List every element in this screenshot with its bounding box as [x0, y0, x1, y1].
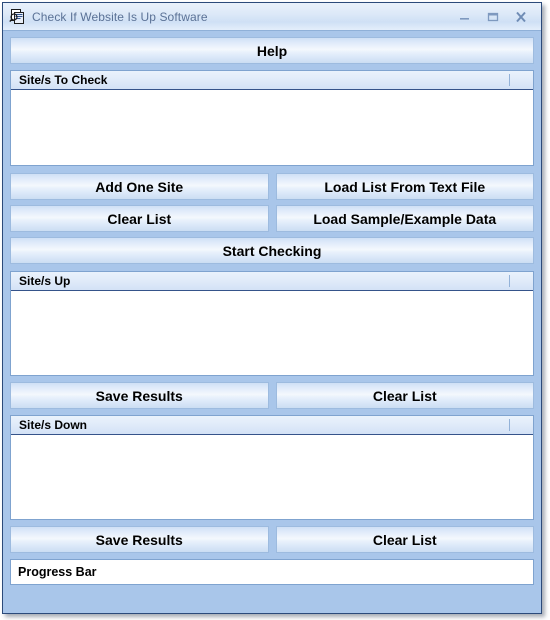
sites-to-check-header-label: Site/s To Check: [19, 73, 108, 87]
sites-down-actions-row: Save Results Clear List: [10, 526, 534, 553]
clear-list-button-to-check[interactable]: Clear List: [10, 205, 269, 232]
check-actions-row-2: Clear List Load Sample/Example Data: [10, 205, 534, 232]
sites-down-header-label: Site/s Down: [19, 418, 88, 432]
column-divider[interactable]: [509, 275, 510, 287]
load-list-from-text-file-button[interactable]: Load List From Text File: [275, 173, 534, 200]
check-actions-row-1: Add One Site Load List From Text File: [10, 173, 534, 200]
sites-up-header-label: Site/s Up: [19, 274, 71, 288]
clear-list-button-down[interactable]: Clear List: [275, 526, 534, 553]
sites-down-listbox[interactable]: Site/s Down: [10, 415, 534, 520]
add-one-site-button[interactable]: Add One Site: [10, 173, 269, 200]
sites-down-body[interactable]: [11, 435, 533, 519]
maximize-icon[interactable]: [485, 9, 500, 24]
clear-list-button-up[interactable]: Clear List: [275, 382, 534, 409]
sites-down-header[interactable]: Site/s Down: [11, 416, 533, 435]
minimize-icon[interactable]: [457, 9, 472, 24]
start-checking-button[interactable]: Start Checking: [10, 237, 534, 264]
close-icon[interactable]: [513, 9, 528, 24]
sites-up-body[interactable]: [11, 291, 533, 375]
app-window-icon: [9, 8, 26, 25]
window-title: Check If Website Is Up Software: [32, 9, 208, 24]
sites-to-check-body[interactable]: [11, 90, 533, 165]
save-results-button-up[interactable]: Save Results: [10, 382, 269, 409]
sites-up-actions-row: Save Results Clear List: [10, 382, 534, 409]
application-window: Check If Website Is Up Software Help Sit…: [2, 2, 542, 614]
load-sample-example-data-button[interactable]: Load Sample/Example Data: [275, 205, 534, 232]
progress-bar-label: Progress Bar: [18, 565, 97, 579]
column-divider[interactable]: [509, 419, 510, 431]
sites-up-header[interactable]: Site/s Up: [11, 272, 533, 291]
sites-to-check-header[interactable]: Site/s To Check: [11, 71, 533, 90]
window-controls: [457, 9, 537, 24]
save-results-button-down[interactable]: Save Results: [10, 526, 269, 553]
sites-to-check-listbox[interactable]: Site/s To Check: [10, 70, 534, 166]
sites-up-listbox[interactable]: Site/s Up: [10, 271, 534, 376]
client-area: Help Site/s To Check Add One Site Load L…: [3, 31, 541, 613]
title-bar[interactable]: Check If Website Is Up Software: [3, 3, 541, 31]
progress-bar: Progress Bar: [10, 559, 534, 585]
column-divider[interactable]: [509, 74, 510, 86]
help-button[interactable]: Help: [10, 37, 534, 64]
